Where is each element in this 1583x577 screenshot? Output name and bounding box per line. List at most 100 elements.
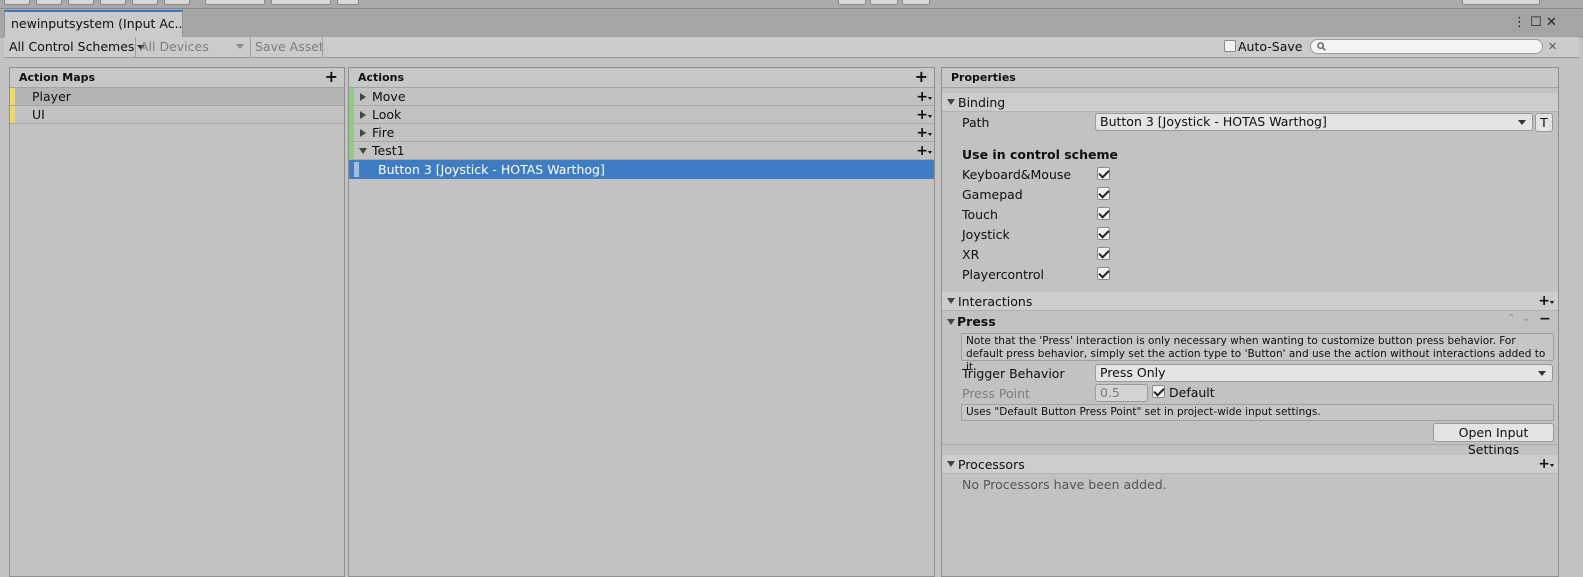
action-map-label: UI xyxy=(32,107,45,122)
press-point-field[interactable]: 0.5 xyxy=(1095,384,1148,402)
save-asset-button[interactable]: Save Asset xyxy=(255,37,324,57)
add-action-map-button[interactable]: + xyxy=(325,68,338,86)
window-tab-bar xyxy=(0,8,1583,38)
press-note-helpbox: Note that the 'Press' interaction is onl… xyxy=(961,333,1554,373)
save-asset-label: Save Asset xyxy=(255,39,324,54)
action-map-label: Player xyxy=(32,89,71,104)
action-item-test1[interactable]: Test1 + xyxy=(349,142,934,160)
text-mode-button[interactable]: T xyxy=(1535,113,1553,132)
divider xyxy=(250,37,251,57)
scheme-label: Gamepad xyxy=(962,187,1023,202)
action-map-item-ui[interactable]: UI xyxy=(10,106,344,124)
scheme-checkbox-gamepad[interactable] xyxy=(1097,187,1110,200)
add-binding-button[interactable]: + xyxy=(916,88,932,106)
move-up-icon[interactable]: ⌃ xyxy=(1507,313,1515,324)
collapse-arrow-icon[interactable] xyxy=(947,298,955,304)
toolbar-button[interactable] xyxy=(271,0,331,5)
chevron-down-icon xyxy=(1538,371,1546,376)
default-checkbox[interactable] xyxy=(1152,385,1165,398)
collapse-arrow-icon[interactable] xyxy=(947,319,955,325)
action-item-fire[interactable]: Fire + xyxy=(349,124,934,142)
clear-search-icon[interactable]: ✕ xyxy=(1548,37,1557,57)
toolbar-button[interactable] xyxy=(4,0,30,5)
toolbar-button[interactable] xyxy=(902,0,930,5)
divider xyxy=(942,444,1558,445)
actions-header: Actions + xyxy=(349,68,934,88)
press-point-label: Press Point xyxy=(962,386,1030,401)
action-maps-header: Action Maps + xyxy=(10,68,344,88)
toolbar-button[interactable] xyxy=(68,0,94,5)
map-color-stripe xyxy=(10,88,15,105)
trigger-behavior-dropdown[interactable]: Press Only xyxy=(1095,364,1553,382)
action-color-stripe xyxy=(349,124,354,141)
toolbar-button[interactable] xyxy=(337,0,359,5)
control-schemes-label: All Control Schemes xyxy=(9,39,135,54)
add-binding-button[interactable]: + xyxy=(916,142,932,160)
open-input-settings-button[interactable]: Open Input Settings xyxy=(1433,423,1554,457)
add-binding-button[interactable]: + xyxy=(916,106,932,124)
action-map-item-player[interactable]: Player xyxy=(10,88,344,106)
press-point-value: 0.5 xyxy=(1100,385,1120,400)
add-binding-button[interactable]: + xyxy=(916,124,932,142)
action-color-stripe xyxy=(349,142,354,159)
action-color-stripe xyxy=(349,88,354,105)
toolbar-button[interactable] xyxy=(1462,0,1540,5)
expand-arrow-icon[interactable] xyxy=(360,111,366,119)
scheme-checkbox-keyboard-mouse[interactable] xyxy=(1097,167,1110,180)
control-schemes-dropdown[interactable]: All Control Schemes xyxy=(9,37,146,57)
scheme-label: Playercontrol xyxy=(962,267,1044,282)
binding-section-header[interactable]: Binding xyxy=(942,93,1558,112)
action-label: Test1 xyxy=(372,143,405,158)
close-icon[interactable]: ✕ xyxy=(1546,15,1557,30)
maximize-icon[interactable]: ☐ xyxy=(1530,15,1542,30)
add-action-button[interactable]: + xyxy=(915,68,928,86)
toolbar-button[interactable] xyxy=(870,0,898,5)
map-color-stripe xyxy=(10,106,15,123)
interactions-section-header[interactable]: Interactions + xyxy=(942,292,1558,311)
chevron-down-icon xyxy=(1518,120,1526,125)
action-label: Look xyxy=(372,107,402,122)
toolbar-button[interactable] xyxy=(838,0,866,5)
binding-item-selected[interactable]: Button 3 [Joystick - HOTAS Warthog] xyxy=(349,160,934,179)
scheme-checkbox-playercontrol[interactable] xyxy=(1097,267,1110,280)
add-interaction-button[interactable]: + xyxy=(1538,292,1554,311)
binding-color-stripe xyxy=(354,162,359,177)
binding-label: Button 3 [Joystick - HOTAS Warthog] xyxy=(378,162,605,177)
press-point-note-text: Uses "Default Button Press Point" set in… xyxy=(966,406,1321,418)
toolbar-button[interactable] xyxy=(164,0,190,5)
action-item-look[interactable]: Look + xyxy=(349,106,934,124)
collapse-arrow-icon[interactable] xyxy=(947,99,955,105)
toolbar-button[interactable] xyxy=(205,0,265,5)
window-title: newinputsystem (Input Ac... xyxy=(11,16,183,31)
collapse-arrow-icon[interactable] xyxy=(947,461,955,467)
more-options-icon[interactable]: ⋮ xyxy=(1513,15,1526,30)
devices-dropdown[interactable]: All Devices xyxy=(140,37,248,57)
path-value: Button 3 [Joystick - HOTAS Warthog] xyxy=(1100,114,1327,129)
path-dropdown[interactable]: Button 3 [Joystick - HOTAS Warthog] xyxy=(1095,113,1533,131)
toolbar-button[interactable] xyxy=(100,0,126,5)
expand-arrow-icon[interactable] xyxy=(360,93,366,101)
remove-interaction-button[interactable]: − xyxy=(1539,311,1551,327)
scheme-checkbox-xr[interactable] xyxy=(1097,247,1110,260)
auto-save-checkbox[interactable] xyxy=(1224,40,1236,52)
actions-pane: Actions + Move + Look + Fire + Test1 + B… xyxy=(348,67,935,577)
toolbar-button[interactable] xyxy=(132,0,158,5)
add-processor-button[interactable]: + xyxy=(1538,455,1554,474)
action-item-move[interactable]: Move + xyxy=(349,88,934,106)
window-tab[interactable]: newinputsystem (Input Ac... xyxy=(4,10,183,38)
scheme-label: XR xyxy=(962,247,980,262)
processors-section-header[interactable]: Processors + xyxy=(942,455,1558,474)
press-section-header[interactable]: Press ⌃ ⌄ − xyxy=(942,311,1558,332)
move-down-icon[interactable]: ⌄ xyxy=(1522,313,1530,324)
toolbar-button[interactable] xyxy=(36,0,62,5)
collapse-arrow-icon[interactable] xyxy=(359,148,367,154)
divider xyxy=(322,37,323,57)
press-section-label: Press xyxy=(957,314,996,329)
editor-toolbar-strip xyxy=(0,0,1583,8)
scheme-checkbox-joystick[interactable] xyxy=(1097,227,1110,240)
path-label: Path xyxy=(962,115,990,130)
scheme-checkbox-touch[interactable] xyxy=(1097,207,1110,220)
open-input-settings-label: Open Input Settings xyxy=(1458,425,1529,457)
expand-arrow-icon[interactable] xyxy=(360,129,366,137)
search-input[interactable] xyxy=(1310,39,1543,54)
